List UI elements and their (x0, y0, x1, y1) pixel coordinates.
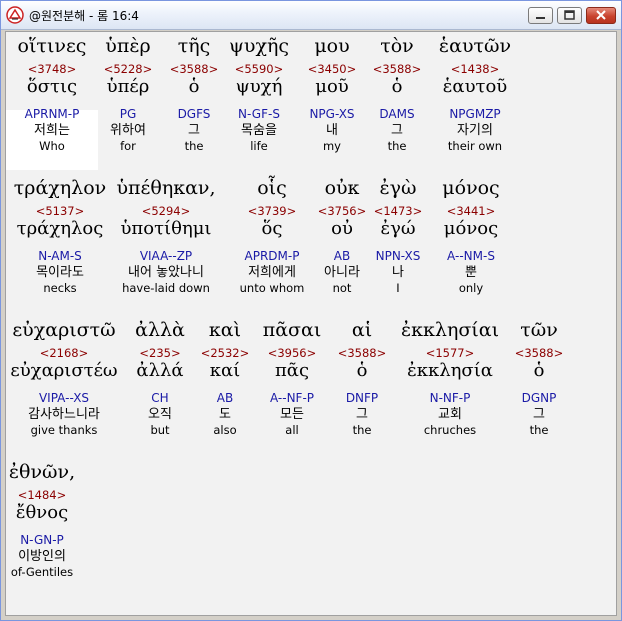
english-gloss: of-Gentiles (10, 565, 74, 579)
greek-word: τῶν (520, 319, 558, 341)
parsing-code: N-GN-P (20, 533, 64, 547)
strong-number: <3588> (514, 346, 564, 360)
english-gloss: only (458, 281, 484, 295)
english-gloss: have-laid down (122, 281, 210, 295)
lemma-word: ὑποτίθημι (120, 218, 212, 239)
korean-gloss: 내어 놓았나니 (128, 265, 204, 280)
greek-word: ἐθνῶν, (8, 461, 76, 483)
word-entry[interactable]: ἐθνῶν, <1484> ἔθνος N-GN-P 이방인의 of-Gentiles (0, 460, 102, 580)
strong-number: <5294> (141, 204, 191, 218)
greek-word: μόνος (442, 177, 500, 199)
minimize-button[interactable] (528, 7, 553, 24)
greek-word: ὑπέθηκαν, (116, 177, 216, 199)
parsing-code: NPGMZP (449, 107, 501, 121)
lemma-word: ὁ (533, 360, 545, 381)
greek-word: ἑαυτῶν (438, 35, 512, 57)
korean-gloss: 자기의 (457, 123, 493, 138)
word-entry[interactable]: ὑπέθηκαν, <5294> ὑποτίθημι VIAA--ZP 내어 놓았나니 h… (106, 176, 226, 296)
word-entry[interactable]: τράχηλον <5137> τράχηλος N-AM-S 목이라도 necks (0, 176, 120, 296)
parsing-code: N-AM-S (38, 249, 82, 263)
word-entry[interactable]: μόνος <3441> μόνος A--NM-S 뿐 only (411, 176, 531, 296)
strong-number: <3441> (446, 204, 496, 218)
maximize-button[interactable] (557, 7, 582, 24)
english-gloss: their own (447, 139, 503, 153)
strong-number: <1484> (17, 488, 67, 502)
lemma-word: τράχηλος (16, 218, 104, 239)
strong-number: <5137> (35, 204, 85, 218)
parsing-code: DGNP (521, 391, 557, 405)
korean-gloss: 목이라도 (36, 265, 84, 280)
korean-gloss: 뿐 (465, 265, 477, 280)
lemma-word: ἔθνος (15, 502, 69, 523)
word-entry[interactable]: τῶν <3588> ὁ DGNP 그 the (479, 318, 599, 438)
korean-gloss: 이방인의 (18, 549, 66, 564)
title-bar[interactable]: @원전분해 - 롬 16:4 (1, 1, 621, 30)
app-window: @원전분해 - 롬 16:4 οἵτινες <3748> ὅστις APRNM-P… (0, 0, 622, 621)
korean-gloss: 그 (533, 407, 545, 422)
english-gloss: necks (43, 281, 77, 295)
interlinear-panel[interactable]: οἵτινες <3748> ὅστις APRNM-P 저희는 Who ὑπὲρ <5228… (5, 31, 617, 616)
lemma-word: ἑαυτοῦ (442, 76, 508, 97)
parsing-code: VIAA--ZP (139, 249, 193, 263)
lemma-word: μόνος (443, 218, 499, 239)
parsing-code: A--NM-S (447, 249, 495, 263)
word-entry[interactable]: ἑαυτῶν <1438> ἑαυτοῦ NPGMZP 자기의 their own (415, 34, 535, 154)
bible-app-icon[interactable] (6, 6, 24, 24)
greek-word: τράχηλον (13, 177, 107, 199)
window-title: @원전분해 - 롬 16:4 (29, 9, 139, 23)
strong-number: <1438> (450, 62, 500, 76)
english-gloss: the (529, 423, 549, 437)
close-button[interactable] (586, 7, 616, 24)
